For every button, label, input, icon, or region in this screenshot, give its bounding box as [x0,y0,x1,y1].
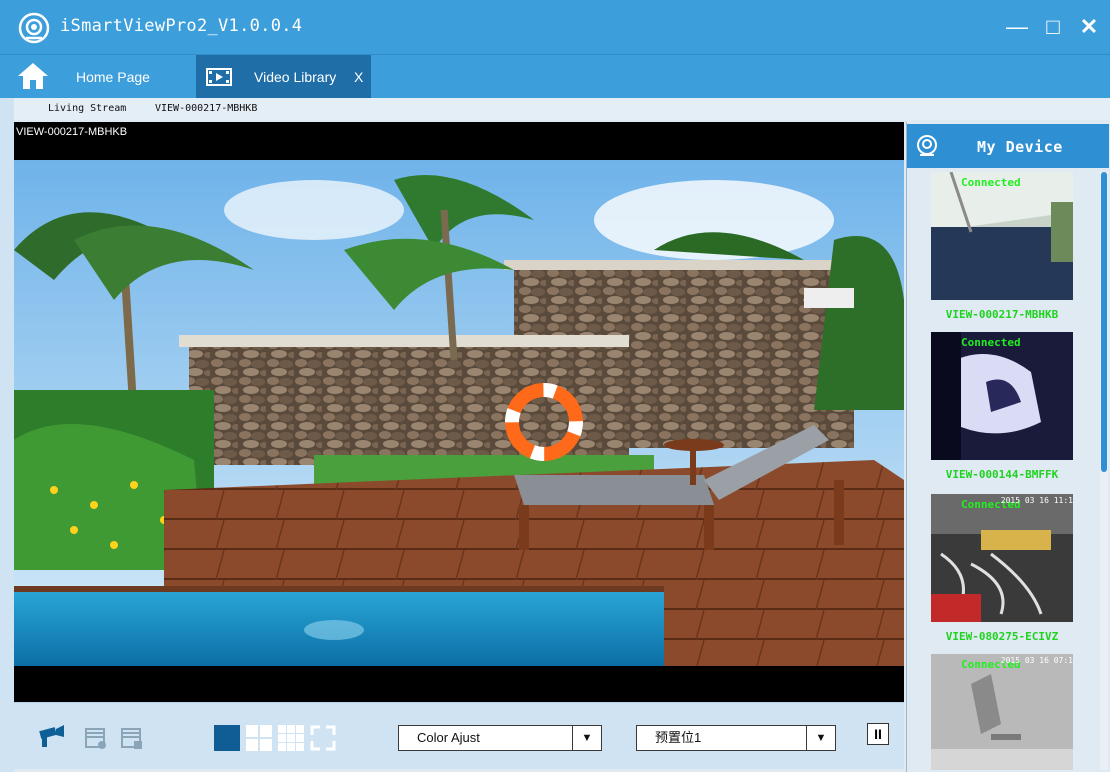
device-list-scrollbar[interactable] [1100,172,1108,770]
color-adjust-select[interactable]: Color Ajust ▼ [398,725,602,751]
scroll-thumb[interactable] [1101,172,1107,472]
left-edge [0,98,14,772]
chevron-down-icon: ▼ [806,726,835,750]
tab-home-page[interactable]: Home Page [60,55,206,99]
minimize-button[interactable]: — [1000,10,1034,44]
app-logo-icon [18,12,50,44]
camera-name: VIEW-000144-BMFFK [945,468,1059,481]
camera-settings-icon[interactable] [38,723,66,751]
breadcrumb: Living Stream VIEW-000217-MBHKB [0,98,1110,120]
tab-home-label: Home Page [76,69,150,85]
close-button[interactable]: ✕ [1072,10,1106,44]
tab-video-library[interactable]: Video Library X [196,55,371,99]
preset-value: 预置位1 [655,730,702,745]
breadcrumb-device: VIEW-000217-MBHKB [155,103,258,114]
camera-timestamp: 2015 03 16 11:1 [1000,496,1073,505]
video-overlay-label: VIEW-000217-MBHKB [16,126,128,138]
live-video-frame[interactable] [14,160,904,666]
color-adjust-value: Color Ajust [417,730,480,745]
video-player[interactable]: VIEW-000217-MBHKB [14,122,904,702]
record-icon[interactable] [82,723,110,751]
fullscreen-icon[interactable] [310,725,336,751]
layout-single-button[interactable] [214,725,240,751]
tab-bar: Home Page Video Library X [0,54,1110,99]
pause-button[interactable]: II [867,723,889,745]
camera-timestamp: 2015 03 16 07:1 [1000,656,1073,665]
device-icon [917,135,937,156]
title-bar: iSmartViewPro2_V1.0.0.4 — □ ✕ [0,0,1110,54]
preset-select[interactable]: 预置位1 ▼ [636,725,836,751]
device-panel: My Device Connected VIEW-000217-MBHKB Co… [906,122,1110,772]
control-bar: Color Ajust ▼ 预置位1 ▼ II [14,702,904,769]
layout-nine-button[interactable] [278,725,304,751]
camera-thumbnail [931,332,1073,460]
film-icon [206,68,232,86]
tab-close-button[interactable]: X [354,55,363,99]
camera-thumbnail [931,654,1073,770]
camera-name: VIEW-000217-MBHKB [945,308,1059,321]
device-panel-title: My Device [977,138,1063,156]
camera-status: Connected [961,336,1021,349]
layout-quad-button[interactable] [246,725,272,751]
playback-icon[interactable] [118,723,146,751]
chevron-down-icon: ▼ [572,726,601,750]
camera-status: Connected [961,176,1021,189]
camera-name: VIEW-080275-ECIVZ [945,630,1059,643]
device-panel-header: My Device [907,124,1109,168]
camera-thumbnail [931,494,1073,622]
breadcrumb-section: Living Stream [48,103,127,114]
maximize-button[interactable]: □ [1036,10,1070,44]
camera-thumbnail [931,172,1073,300]
home-icon[interactable] [16,61,50,91]
tab-video-label: Video Library [254,69,337,85]
app-title: iSmartViewPro2_V1.0.0.4 [60,16,303,36]
